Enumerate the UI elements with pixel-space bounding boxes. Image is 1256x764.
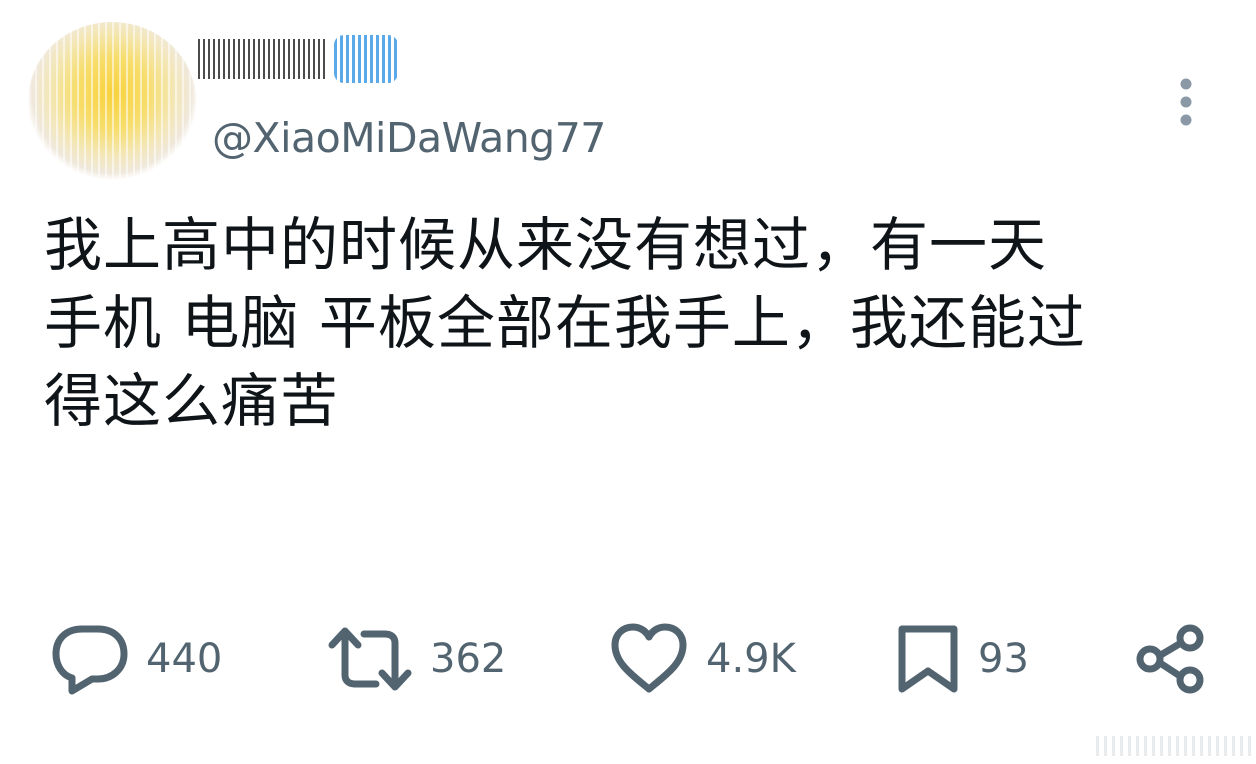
verified-badge-icon: [334, 35, 398, 83]
reply-button[interactable]: 440: [52, 614, 222, 704]
watermark-strip: [1096, 736, 1256, 756]
more-vertical-icon: [1180, 78, 1192, 126]
like-count: 4.9K: [706, 636, 796, 682]
bookmark-button[interactable]: 93: [896, 614, 1029, 704]
reply-icon: [52, 623, 128, 695]
share-icon: [1134, 623, 1206, 695]
tweet-text: 我上高中的时候从来没有想过，有一天 手机 电脑 平板全部在我手上，我还能过 得这…: [44, 206, 1214, 440]
action-bar: 440 362 4.9K 93: [0, 614, 1256, 704]
tweet-card: @XiaoMiDaWang77 我上高中的时候从来没有想过，有一天 手机 电脑 …: [0, 0, 1256, 764]
reply-count: 440: [146, 636, 223, 682]
avatar[interactable]: [28, 22, 196, 180]
display-name-redacted[interactable]: [198, 30, 406, 88]
bookmark-icon: [896, 623, 960, 695]
share-button[interactable]: [1134, 614, 1206, 704]
tweet-text-line: 手机 电脑 平板全部在我手上，我还能过: [44, 289, 1086, 357]
tweet-text-line: 我上高中的时候从来没有想过，有一天: [44, 211, 1048, 279]
heart-icon: [610, 623, 688, 695]
author-handle[interactable]: @XiaoMiDaWang77: [212, 114, 606, 162]
retweet-button[interactable]: 362: [328, 614, 506, 704]
retweet-count: 362: [430, 636, 507, 682]
bookmark-count: 93: [978, 636, 1029, 682]
more-options-button[interactable]: [1166, 74, 1206, 130]
like-button[interactable]: 4.9K: [610, 614, 796, 704]
retweet-icon: [328, 623, 412, 695]
tweet-text-line: 得这么痛苦: [44, 367, 340, 435]
display-name-blur: [198, 39, 326, 79]
